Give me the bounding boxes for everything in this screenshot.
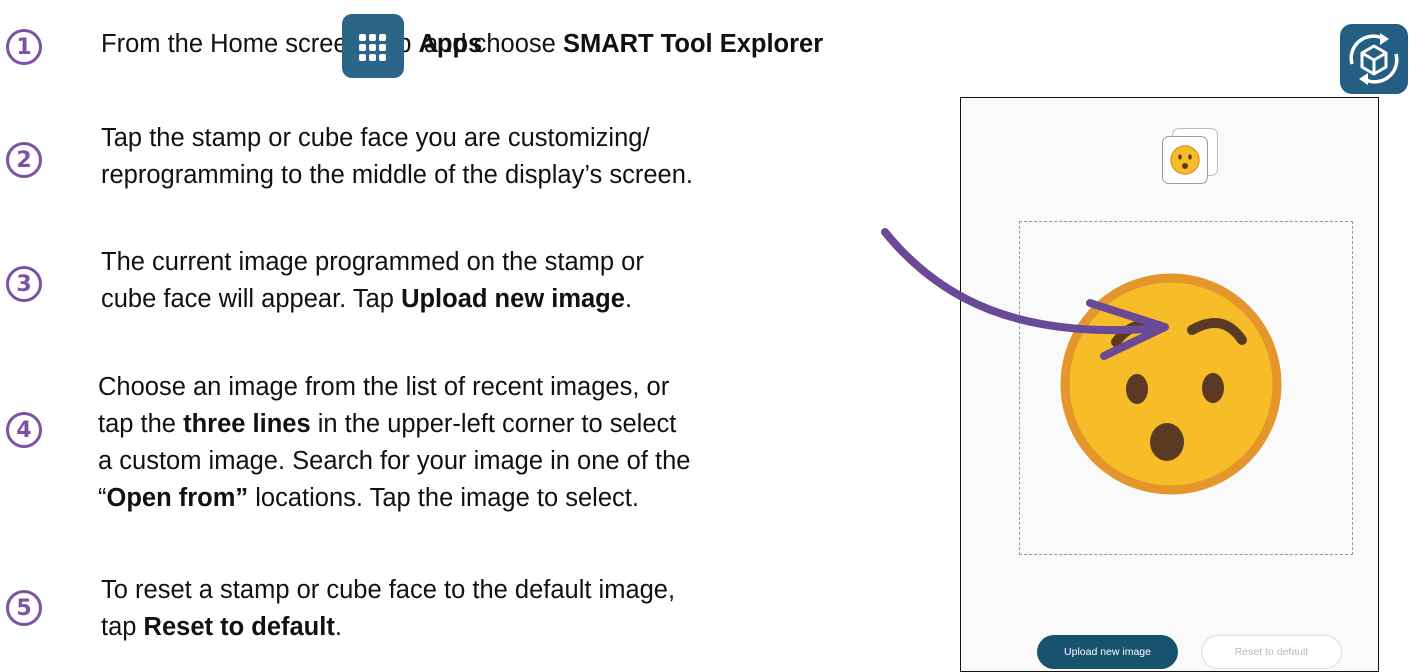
step-4-open-quote: “: [98, 484, 107, 512]
step-4-text-a: tap the: [98, 410, 184, 438]
step-5-line-2: tap Reset to default.: [101, 610, 342, 644]
step-3-line-2: cube face will appear. Tap Upload new im…: [101, 282, 632, 316]
step-5-text: tap: [101, 613, 144, 641]
surprised-face-emoji: [1060, 273, 1282, 495]
upload-new-image-button[interactable]: Upload new image: [1037, 635, 1178, 669]
step-number-2: 2: [6, 142, 42, 178]
reset-to-default-button[interactable]: Reset to default: [1201, 635, 1342, 669]
small-surprised-face-icon: [1170, 145, 1200, 175]
step-4-line-2: tap the three lines in the upper-left co…: [98, 407, 676, 441]
step-5-line-1: To reset a stamp or cube face to the def…: [101, 576, 676, 604]
step-3-text: cube face will appear. Tap: [101, 285, 402, 313]
step-4-line-1: Choose an image from the list of recent …: [98, 373, 670, 401]
step-number-3: 3: [6, 266, 42, 302]
image-preview-area: [1019, 221, 1353, 555]
step-4-line-3: a custom image. Search for your image in…: [98, 447, 691, 475]
step-5-reset-label: Reset to default: [143, 613, 335, 641]
step-4-three-lines-label: three lines: [183, 410, 311, 438]
step-1-smart-label: SMART Tool Explorer: [562, 30, 824, 58]
step-4-open-from-label: Open from”: [106, 484, 249, 512]
step-5-period: .: [334, 613, 342, 641]
step-number-4: 4: [6, 412, 42, 448]
step-number-5: 5: [6, 590, 42, 626]
step-4-line-4: “Open from” locations. Tap the image to …: [98, 481, 639, 515]
smart-tool-explorer-cube-icon: [1340, 24, 1408, 94]
step-3-upload-label: Upload new image: [401, 285, 625, 313]
step-3-period: .: [624, 285, 633, 313]
step-1-text-middle: and choose: [424, 30, 563, 58]
step-1-text-2: and choose SMART Tool Explorer: [424, 27, 823, 61]
stamp-thumbnail[interactable]: [1162, 128, 1218, 186]
tool-explorer-screen: Upload new image Reset to default: [960, 97, 1379, 672]
step-4-text-b: in the upper-left corner to select: [310, 410, 677, 438]
step-2-line-2: reprogramming to the middle of the displ…: [101, 161, 693, 189]
step-2-line-1: Tap the stamp or cube face you are custo…: [101, 124, 650, 152]
step-4-text-c: locations. Tap the image to select.: [248, 484, 639, 512]
step-3-line-1: The current image programmed on the stam…: [101, 248, 644, 276]
step-number-1: 1: [6, 29, 42, 65]
apps-grid-icon: [342, 14, 404, 78]
